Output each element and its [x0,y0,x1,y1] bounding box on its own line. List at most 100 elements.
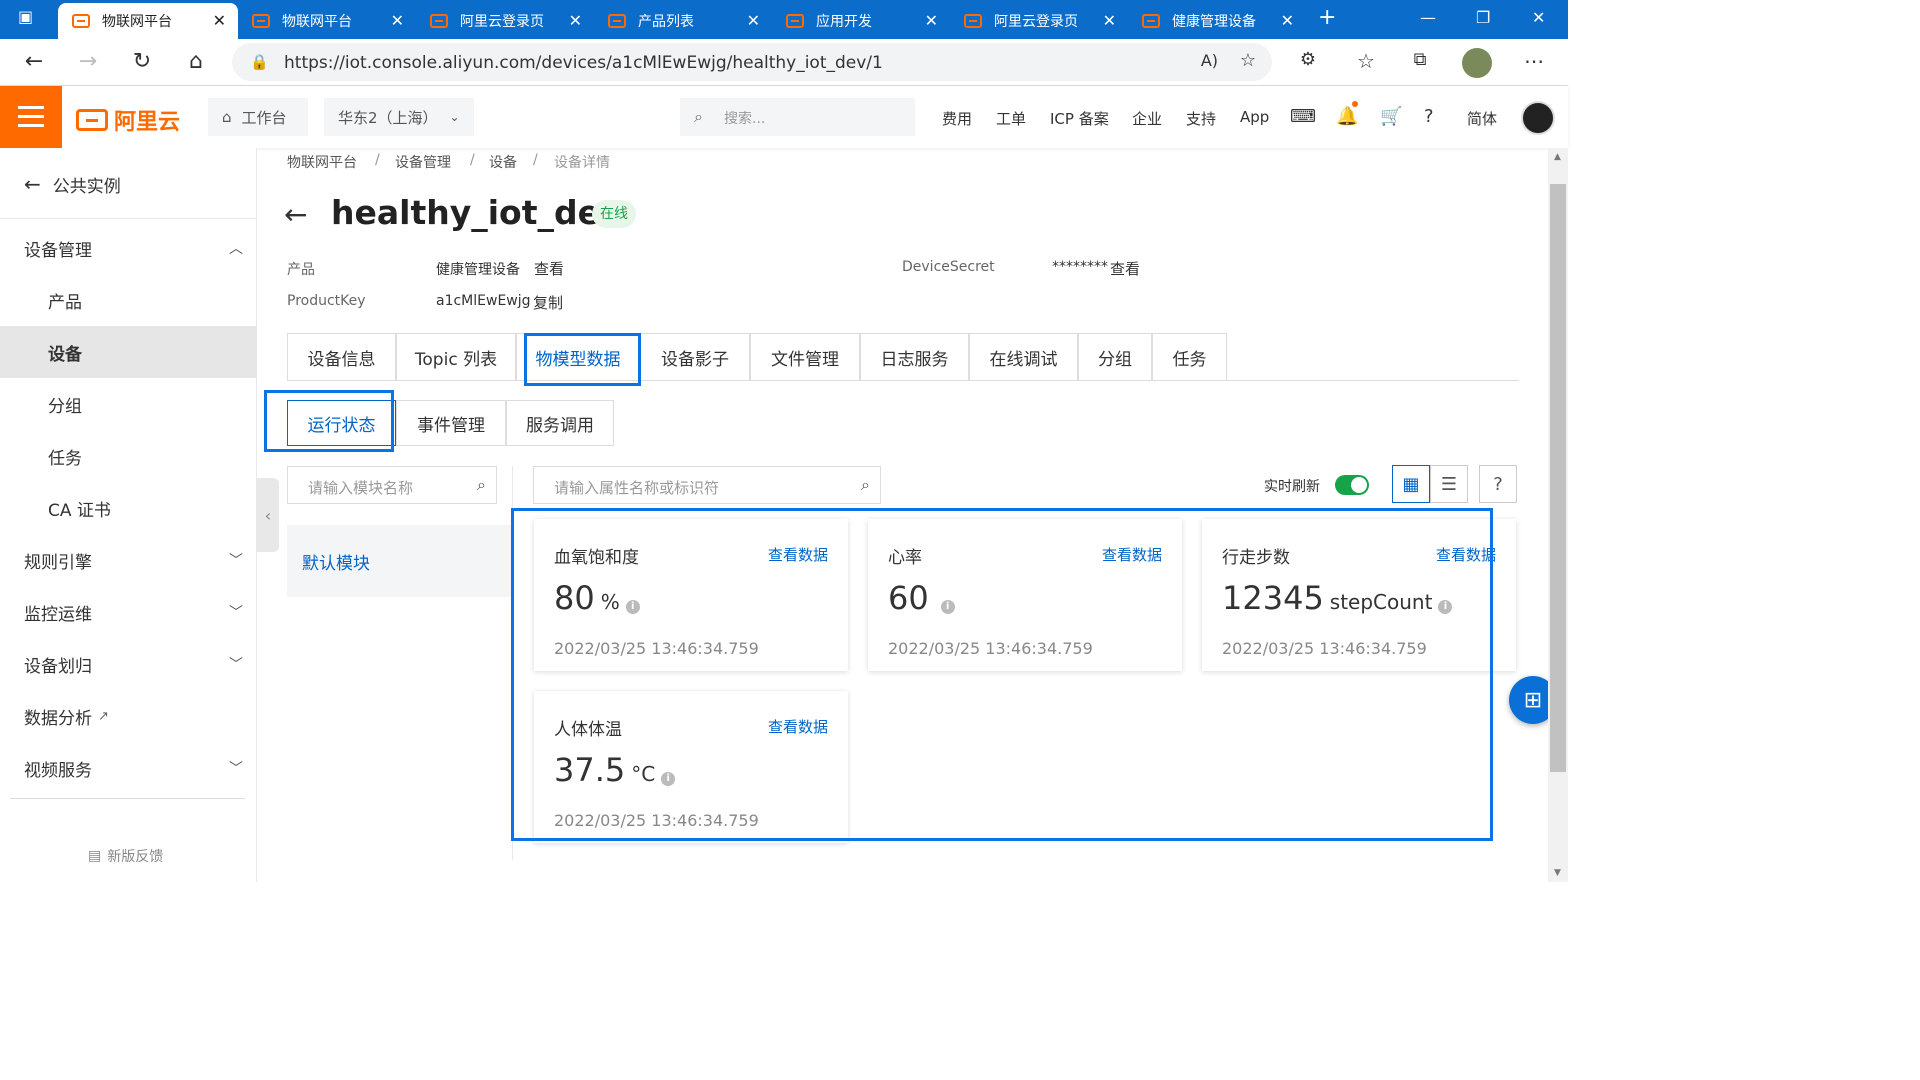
back-icon[interactable]: ← [20,49,48,74]
tab-groups[interactable]: 分组 [1078,333,1152,381]
tab-online-debug[interactable]: 在线调试 [969,333,1078,381]
favorite-add-icon[interactable]: ☆ [1240,50,1256,71]
workbench-button[interactable]: ⌂ 工作台 [208,98,308,136]
menu-icon[interactable] [0,86,62,148]
close-tab-icon[interactable]: ✕ [1103,11,1116,30]
scroll-down-icon[interactable]: ▼ [1554,868,1561,878]
read-aloud-icon[interactable]: A) [1201,51,1218,70]
header-link-support[interactable]: 支持 [1186,108,1216,129]
close-tab-icon[interactable]: ✕ [391,11,404,30]
cart-icon[interactable]: 🛒 [1380,106,1402,127]
sidebar-item-label: 视频服务 [24,760,92,781]
tab-tasks[interactable]: 任务 [1152,333,1227,381]
sidebar-item-rule-engine[interactable]: 规则引擎 ﹀ [0,534,257,586]
module-list-item-default[interactable]: 默认模块 [287,525,512,597]
notification-dot [1352,101,1358,107]
browser-tab-3[interactable]: 阿里云登录页 ✕ [416,3,594,39]
tab-device-shadow[interactable]: 设备影子 [640,333,750,381]
sidebar-item-tasks[interactable]: 任务 [0,430,257,482]
tab-log-service[interactable]: 日志服务 [860,333,969,381]
tab-topic-list[interactable]: Topic 列表 [396,333,516,381]
sidebar-item-ca-cert[interactable]: CA 证书 [0,482,257,534]
sidebar-item-devices[interactable]: 设备 [0,326,257,378]
close-window-icon[interactable]: ✕ [1532,8,1545,27]
tab-actions-icon[interactable]: ▣ [18,7,33,26]
productkey-copy-link[interactable]: 复制 [533,292,563,313]
list-view-button[interactable]: ☰ [1430,465,1468,503]
restore-icon[interactable]: ❐ [1476,8,1490,27]
aliyun-favicon-icon [964,14,982,28]
grid-view-button[interactable]: ▦ [1392,465,1430,503]
notification-bell-icon[interactable]: 🔔 [1336,106,1358,127]
scroll-up-icon[interactable]: ▲ [1554,152,1561,162]
breadcrumb-devices[interactable]: 设备 [489,152,517,172]
cloud-shell-icon[interactable]: ⌨ [1290,106,1316,127]
browser-tab-2[interactable]: 物联网平台 ✕ [238,3,416,39]
header-link-tickets[interactable]: 工单 [996,108,1026,129]
sidebar-item-device-assignment[interactable]: 设备划归 ﹀ [0,638,257,690]
close-tab-icon[interactable]: ✕ [569,11,582,30]
global-search-input[interactable]: ⌕ 搜索... [680,98,915,136]
sidebar-item-label: CA 证书 [48,500,111,521]
sidebar-item-monitoring[interactable]: 监控运维 ﹀ [0,586,257,638]
realtime-refresh-toggle[interactable] [1335,475,1369,495]
region-select[interactable]: 华东2（上海） ⌄ [324,98,474,136]
home-icon[interactable]: ⌂ [182,49,210,74]
extensions-icon[interactable]: ⚙ [1294,49,1322,70]
property-search-input[interactable]: 请输入属性名称或标识符 ⌕ [533,466,881,504]
close-tab-icon[interactable]: ✕ [1281,11,1294,30]
sidebar-back-public-instance[interactable]: ← 公共实例 [0,158,257,210]
language-switch[interactable]: 简体 [1467,108,1497,129]
module-search-input[interactable]: 请输入模块名称 ⌕ [287,466,497,504]
sidebar-item-groups[interactable]: 分组 [0,378,257,430]
profile-avatar[interactable] [1462,48,1492,78]
subtab-events[interactable]: 事件管理 [396,400,506,446]
help-button[interactable]: ? [1479,465,1517,503]
close-tab-icon[interactable]: ✕ [747,11,760,30]
browser-tab-1[interactable]: 物联网平台 ✕ [58,3,238,39]
back-arrow-icon[interactable]: ← [284,198,307,231]
header-link-enterprise[interactable]: 企业 [1132,108,1162,129]
main-content: 物联网平台 / 设备管理 / 设备 / 设备详情 ← healthy_iot_d… [258,148,1548,882]
new-tab-icon[interactable]: + [1318,5,1336,30]
scrollbar-thumb[interactable] [1550,184,1566,772]
header-link-icp[interactable]: ICP 备案 [1050,108,1109,129]
sidebar-item-label: 设备管理 [24,240,92,261]
tab-device-info[interactable]: 设备信息 [287,333,396,381]
tab-label: 在线调试 [989,350,1058,370]
browser-tab-7[interactable]: 健康管理设备 ✕ [1128,3,1306,39]
page-scrollbar[interactable]: ▲ ▼ [1548,148,1568,882]
close-tab-icon[interactable]: ✕ [213,11,226,30]
sidebar-item-data-analysis[interactable]: 数据分析 ↗ [0,690,257,742]
sidebar-item-device-management[interactable]: 设备管理 ︿ [0,222,257,274]
close-tab-icon[interactable]: ✕ [925,11,938,30]
more-icon[interactable]: ⋯ [1520,49,1548,73]
aliyun-logo[interactable]: 阿里云 [76,104,180,136]
product-view-link[interactable]: 查看 [534,258,564,279]
browser-tab-5[interactable]: 应用开发 ✕ [772,3,950,39]
breadcrumb-device-management[interactable]: 设备管理 [395,152,451,172]
list-icon: ☰ [1440,473,1458,495]
feedback-link[interactable]: ▤ 新版反馈 [88,846,163,866]
tab-label: 阿里云登录页 [460,14,544,30]
status-badge: 在线 [592,200,636,228]
reload-icon[interactable]: ↻ [128,49,156,74]
header-link-fees[interactable]: 费用 [942,108,972,129]
sidebar-item-video-service[interactable]: 视频服务 ﹀ [0,742,257,794]
url-field[interactable]: 🔒 https://iot.console.aliyun.com/devices… [232,43,1272,81]
breadcrumb-iot-platform[interactable]: 物联网平台 [287,152,357,172]
devicesecret-view-link[interactable]: 查看 [1110,258,1140,279]
collections-icon[interactable]: ⧉ [1406,49,1434,70]
sidebar-item-products[interactable]: 产品 [0,274,257,326]
minimize-icon[interactable]: — [1420,8,1436,27]
help-icon[interactable]: ? [1424,106,1434,127]
header-link-app[interactable]: App [1240,108,1269,126]
browser-tab-6[interactable]: 阿里云登录页 ✕ [950,3,1128,39]
subtab-service-calls[interactable]: 服务调用 [506,400,614,446]
browser-tab-4[interactable]: 产品列表 ✕ [594,3,772,39]
favorites-icon[interactable]: ☆ [1352,49,1380,73]
tab-label: Topic 列表 [414,350,498,370]
user-avatar[interactable] [1521,101,1555,135]
tab-file-management[interactable]: 文件管理 [750,333,860,381]
forward-icon[interactable]: → [74,49,102,74]
